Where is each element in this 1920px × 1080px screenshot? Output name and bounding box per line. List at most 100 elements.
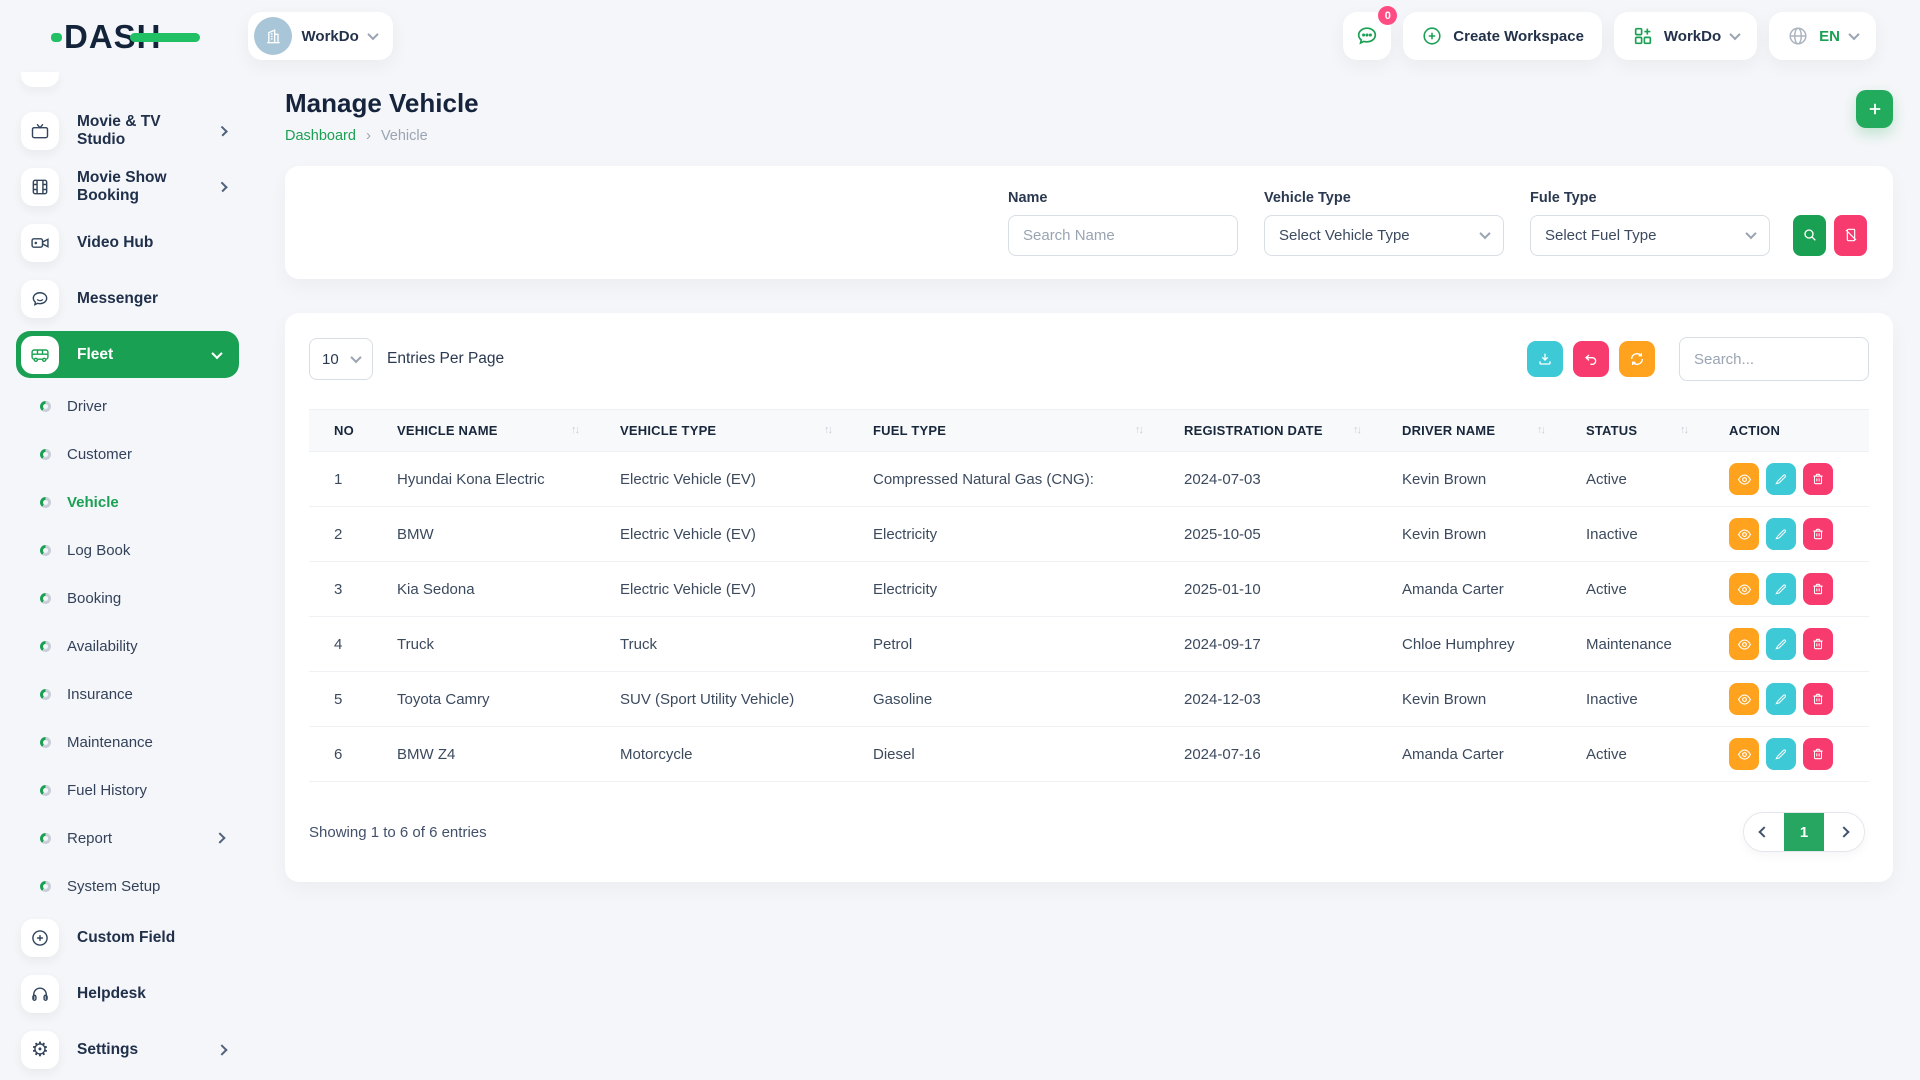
- cell-no: 6: [309, 727, 369, 782]
- sort-icon[interactable]: ↑↓: [1680, 424, 1687, 436]
- pagination-next-button[interactable]: [1824, 813, 1864, 851]
- view-button[interactable]: [1729, 683, 1759, 715]
- sidebar-item-label: Helpdesk: [77, 985, 146, 1003]
- workspace-selector-label: WorkDo: [302, 28, 359, 45]
- column-header-registration-date[interactable]: ↑↓REGISTRATION DATE: [1156, 410, 1374, 452]
- edit-button[interactable]: [1766, 628, 1796, 660]
- filter-vehicle-type-select[interactable]: Select Vehicle Type: [1264, 215, 1504, 256]
- delete-button[interactable]: [1803, 738, 1833, 770]
- sidebar-subitem-booking[interactable]: Booking: [16, 574, 260, 622]
- sidebar-item-messenger[interactable]: Messenger: [16, 271, 260, 327]
- column-header-driver-name[interactable]: ↑↓DRIVER NAME: [1374, 410, 1558, 452]
- sidebar-subitem-fuel-history[interactable]: Fuel History: [16, 766, 260, 814]
- filter-card: Name Vehicle Type Select Vehicle Type Fu…: [285, 166, 1893, 279]
- cell-vehicle-name: Hyundai Kona Electric: [369, 452, 592, 507]
- sidebar-subitem-customer[interactable]: Customer: [16, 430, 260, 478]
- sidebar-item-movie-show-booking[interactable]: Movie Show Booking: [16, 159, 260, 215]
- column-header-action: ACTION: [1701, 410, 1869, 452]
- view-button[interactable]: [1729, 628, 1759, 660]
- pagination-page-1[interactable]: 1: [1784, 813, 1824, 851]
- sidebar-subitem-label: Fuel History: [67, 782, 147, 799]
- filter-fuel-type-value: Select Fuel Type: [1545, 227, 1656, 244]
- refresh-icon: [1629, 351, 1645, 367]
- topbar-actions: 0 Create Workspace WorkDo EN: [1343, 12, 1876, 60]
- cell-fuel-type: Electricity: [845, 507, 1156, 562]
- sidebar-item-helpdesk[interactable]: Helpdesk: [16, 966, 260, 1022]
- download-icon: [1537, 351, 1553, 367]
- edit-button[interactable]: [1766, 683, 1796, 715]
- sidebar-subitem-driver[interactable]: Driver: [16, 382, 260, 430]
- workspace-selector[interactable]: WorkDo: [248, 12, 393, 60]
- view-button[interactable]: [1729, 518, 1759, 550]
- refresh-button[interactable]: [1619, 341, 1655, 377]
- sort-icon[interactable]: ↑↓: [1135, 424, 1142, 436]
- edit-button[interactable]: [1766, 463, 1796, 495]
- column-header-vehicle-name[interactable]: ↑↓VEHICLE NAME: [369, 410, 592, 452]
- cell-fuel-type: Electricity: [845, 562, 1156, 617]
- delete-button[interactable]: [1803, 518, 1833, 550]
- export-button[interactable]: [1527, 341, 1563, 377]
- column-header-fuel-type[interactable]: ↑↓FUEL TYPE: [845, 410, 1156, 452]
- filter-fuel-type-select[interactable]: Select Fuel Type: [1530, 215, 1770, 256]
- create-workspace-button[interactable]: Create Workspace: [1403, 12, 1602, 60]
- pencil-icon: [1774, 527, 1788, 541]
- undo-button[interactable]: [1573, 341, 1609, 377]
- filter-name-input[interactable]: [1008, 215, 1238, 256]
- sidebar-subitem-vehicle[interactable]: Vehicle: [16, 478, 260, 526]
- sort-icon[interactable]: ↑↓: [824, 424, 831, 436]
- eye-icon: [1737, 472, 1752, 487]
- sidebar-item-video-hub[interactable]: Video Hub: [16, 215, 260, 271]
- trash-icon: [1811, 472, 1825, 486]
- sidebar-item-settings[interactable]: ⚙ Settings: [16, 1022, 260, 1078]
- column-header-vehicle-type[interactable]: ↑↓VEHICLE TYPE: [592, 410, 845, 452]
- edit-button[interactable]: [1766, 573, 1796, 605]
- headphones-icon: [21, 975, 59, 1013]
- table-row: 4TruckTruckPetrol2024-09-17Chloe Humphre…: [309, 617, 1869, 672]
- sidebar-subitem-system-setup[interactable]: System Setup: [16, 862, 260, 910]
- sidebar-item-fleet[interactable]: Fleet: [16, 331, 239, 378]
- delete-button[interactable]: [1803, 628, 1833, 660]
- filter-reset-button[interactable]: [1834, 215, 1867, 256]
- filter-search-button[interactable]: [1793, 215, 1826, 256]
- sort-icon[interactable]: ↑↓: [1353, 424, 1360, 436]
- bullet-icon: [40, 881, 51, 892]
- chat-bubble-icon: [21, 280, 59, 318]
- sidebar-subitem-log-book[interactable]: Log Book: [16, 526, 260, 574]
- sort-icon[interactable]: ↑↓: [1537, 424, 1544, 436]
- entries-per-page-select[interactable]: 10: [309, 338, 373, 380]
- topbar: DASH WorkDo 0 Create Workspace: [0, 0, 1920, 72]
- brand-logo[interactable]: DASH: [64, 20, 162, 53]
- sidebar-item-custom-field[interactable]: Custom Field: [16, 910, 260, 966]
- messages-button[interactable]: 0: [1343, 12, 1391, 60]
- cell-status: Active: [1558, 562, 1701, 617]
- sidebar-subitem-report[interactable]: Report: [16, 814, 260, 862]
- delete-button[interactable]: [1803, 683, 1833, 715]
- view-button[interactable]: [1729, 463, 1759, 495]
- view-button[interactable]: [1729, 573, 1759, 605]
- film-icon: [21, 168, 59, 206]
- chevron-down-icon: [1848, 29, 1859, 40]
- breadcrumb-dashboard-link[interactable]: Dashboard: [285, 128, 356, 144]
- column-header-status[interactable]: ↑↓STATUS: [1558, 410, 1701, 452]
- edit-button[interactable]: [1766, 518, 1796, 550]
- cell-actions: [1701, 727, 1869, 782]
- workspace-menu-button[interactable]: WorkDo: [1614, 12, 1757, 60]
- sidebar-subitem-insurance[interactable]: Insurance: [16, 670, 260, 718]
- add-vehicle-button[interactable]: [1856, 90, 1893, 128]
- sidebar-subitem-maintenance[interactable]: Maintenance: [16, 718, 260, 766]
- edit-button[interactable]: [1766, 738, 1796, 770]
- sidebar-subitem-availability[interactable]: Availability: [16, 622, 260, 670]
- pagination-prev-button[interactable]: [1744, 813, 1784, 851]
- view-button[interactable]: [1729, 738, 1759, 770]
- workspace-menu-label: WorkDo: [1664, 28, 1721, 45]
- table-search-input[interactable]: [1679, 337, 1869, 381]
- filter-fuel-type-label: Fule Type: [1530, 190, 1770, 206]
- sidebar-item-movie-tv-studio[interactable]: Movie & TV Studio: [16, 103, 260, 159]
- table-row: 3Kia SedonaElectric Vehicle (EV)Electric…: [309, 562, 1869, 617]
- language-button[interactable]: EN: [1769, 12, 1876, 60]
- messages-badge: 0: [1378, 6, 1397, 25]
- chevron-down-icon: [1729, 29, 1740, 40]
- sort-icon[interactable]: ↑↓: [571, 424, 578, 436]
- delete-button[interactable]: [1803, 463, 1833, 495]
- delete-button[interactable]: [1803, 573, 1833, 605]
